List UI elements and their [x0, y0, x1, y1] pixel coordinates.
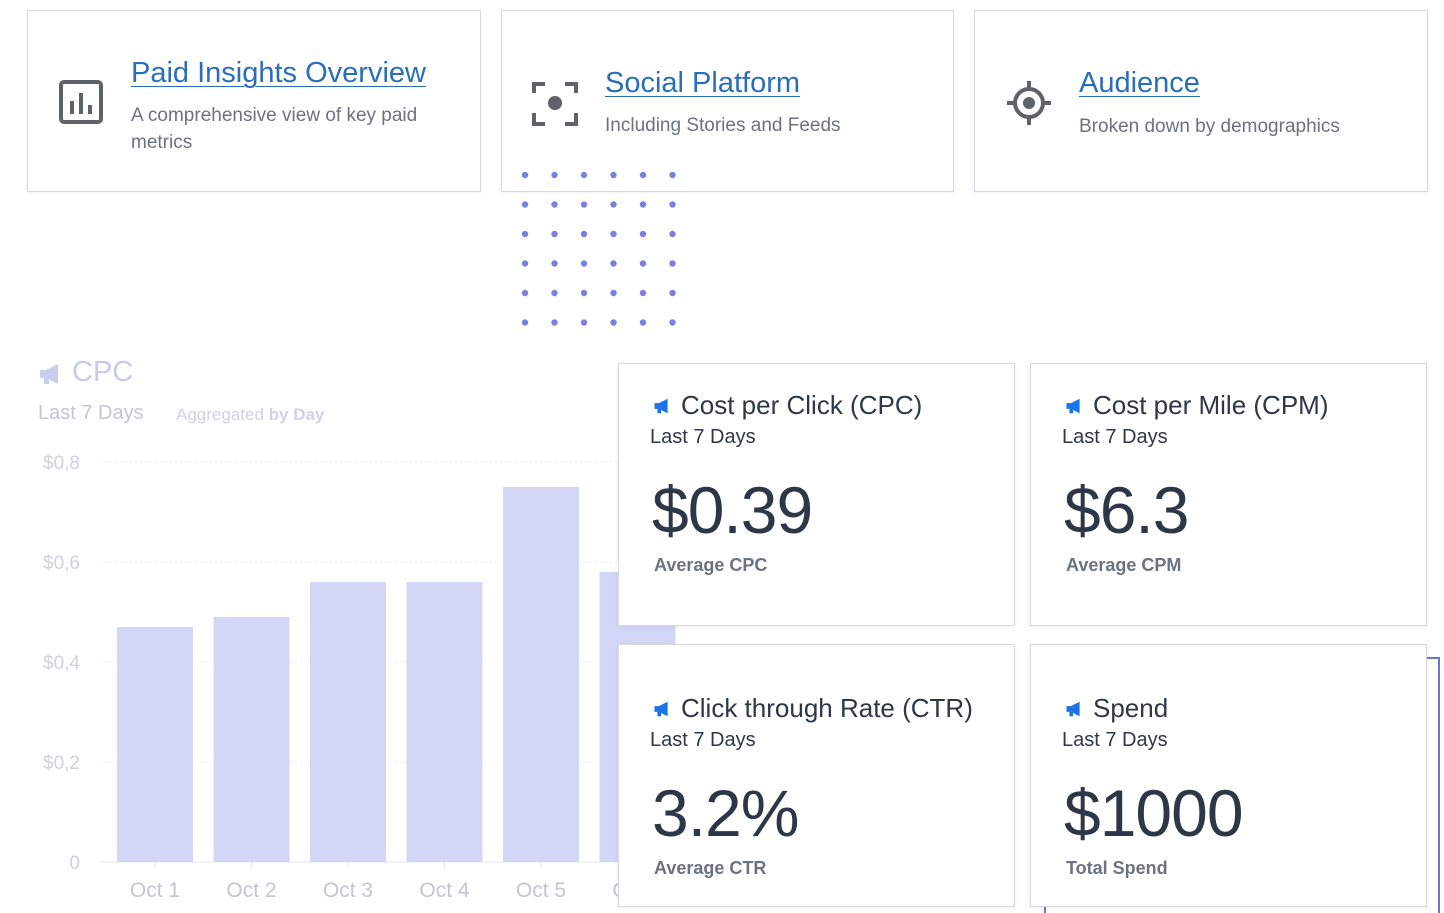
metric-value: $6.3 [1064, 473, 1189, 547]
metric-title: Spend [1093, 693, 1169, 723]
decorative-dot [521, 171, 529, 179]
decorative-dot [669, 201, 676, 208]
decorative-dot [610, 319, 617, 326]
feature-description: Broken down by demographics [1079, 116, 1340, 137]
metric-title: Cost per Mile (CPM) [1093, 390, 1329, 420]
decorative-dot [639, 201, 647, 208]
decorative-dot [551, 171, 558, 179]
metric-value: $0.39 [652, 473, 813, 547]
chart-bar [310, 582, 386, 862]
target-crosshair-icon [1007, 81, 1051, 125]
metric-label: Average CPM [1066, 555, 1182, 575]
metric-card-cpc[interactable]: Cost per Click (CPC) Last 7 Days $0.39 A… [618, 363, 1015, 626]
metric-title: Click through Rate (CTR) [681, 693, 973, 723]
decorative-dot [521, 230, 529, 238]
decorative-dot [580, 319, 588, 326]
megaphone-icon [1066, 398, 1080, 413]
decorative-dot [580, 171, 588, 179]
y-tick-label: $0,4 [43, 653, 80, 674]
decorative-dot [639, 260, 647, 267]
feature-title-paid-insights[interactable]: Paid Insights Overview [131, 57, 426, 90]
decorative-dot [610, 230, 617, 238]
decorative-dot [551, 230, 558, 238]
feature-card-social-platform[interactable]: Social Platform Including Stories and Fe… [501, 10, 954, 192]
decorative-dot [639, 171, 647, 179]
decorative-dot [551, 260, 558, 267]
decorative-dot [669, 319, 676, 326]
metric-period: Last 7 Days [1062, 729, 1168, 751]
x-tick-label: Oct 4 [419, 879, 470, 902]
decorative-dot [580, 260, 588, 267]
cpc-bar-chart: 0 $0,2 $0,4 $0,6 $0,8 Oct 1 Oct 2 Oct 3 Oct 4 Oct… [43, 453, 700, 902]
bar-chart-icon [59, 80, 103, 124]
decorative-dot [639, 230, 647, 238]
x-tick-label: Oct 2 [226, 879, 276, 902]
y-tick-label: $0,8 [43, 453, 80, 474]
decorative-dot [669, 289, 676, 297]
focus-frame-icon [532, 82, 578, 126]
decorative-dot [610, 289, 617, 297]
megaphone-icon [654, 701, 668, 716]
y-tick-label: 0 [69, 853, 80, 874]
decorative-dot [639, 319, 647, 326]
feature-description: A comprehensive view of key paid metrics [131, 105, 418, 153]
metric-label: Total Spend [1066, 858, 1168, 878]
decorative-dot [521, 289, 529, 297]
metric-label: Average CPC [654, 555, 768, 575]
decorative-dot [551, 319, 558, 326]
decorative-dot [521, 201, 529, 208]
accent-line [1438, 657, 1440, 913]
megaphone-icon [1066, 701, 1080, 716]
feature-card-audience[interactable]: Audience Broken down by demographics [974, 10, 1428, 192]
chart-bar [503, 487, 579, 862]
feature-card-paid-insights[interactable]: Paid Insights Overview A comprehensive v… [27, 10, 481, 192]
x-tick-label: Oct 1 [130, 879, 180, 902]
metric-value: 3.2% [652, 776, 799, 850]
metric-period: Last 7 Days [650, 729, 756, 751]
x-tick-label: Oct 3 [323, 879, 373, 902]
metric-label: Average CTR [654, 858, 767, 878]
feature-title-audience[interactable]: Audience [1079, 67, 1200, 100]
metric-title: Cost per Click (CPC) [681, 390, 923, 420]
decorative-dot [580, 289, 588, 297]
decorative-dot [669, 230, 676, 238]
metric-period: Last 7 Days [1062, 426, 1168, 448]
metric-card-spend[interactable]: Spend Last 7 Days $1000 Total Spend [1030, 644, 1427, 907]
chart-bar [406, 582, 483, 862]
y-tick-label: $0,2 [43, 753, 80, 774]
decorative-dot [551, 201, 558, 208]
megaphone-icon [654, 398, 668, 413]
decorative-dot [521, 319, 529, 326]
decorative-dot [610, 260, 617, 267]
decorative-dot [639, 289, 647, 297]
metric-card-ctr[interactable]: Click through Rate (CTR) Last 7 Days 3.2… [618, 644, 1015, 907]
chart-bar [213, 617, 290, 862]
decorative-dot [580, 230, 588, 238]
decorative-dot [610, 201, 617, 208]
decorative-dot [669, 260, 676, 267]
decorative-dot [551, 289, 558, 297]
metric-card-cpm[interactable]: Cost per Mile (CPM) Last 7 Days $6.3 Ave… [1030, 363, 1427, 626]
decorative-dot-pattern [521, 171, 676, 326]
x-tick-label: Oct 5 [516, 879, 566, 902]
metric-value: $1000 [1064, 776, 1244, 850]
decorative-dot [610, 171, 617, 179]
feature-title-social-platform[interactable]: Social Platform [605, 67, 800, 100]
decorative-dot [521, 260, 529, 267]
chart-bar [117, 627, 193, 862]
decorative-dot [669, 171, 676, 179]
feature-description: Including Stories and Feeds [605, 115, 841, 136]
y-tick-label: $0,6 [43, 553, 80, 574]
metric-period: Last 7 Days [650, 426, 756, 448]
decorative-dot [580, 201, 588, 208]
